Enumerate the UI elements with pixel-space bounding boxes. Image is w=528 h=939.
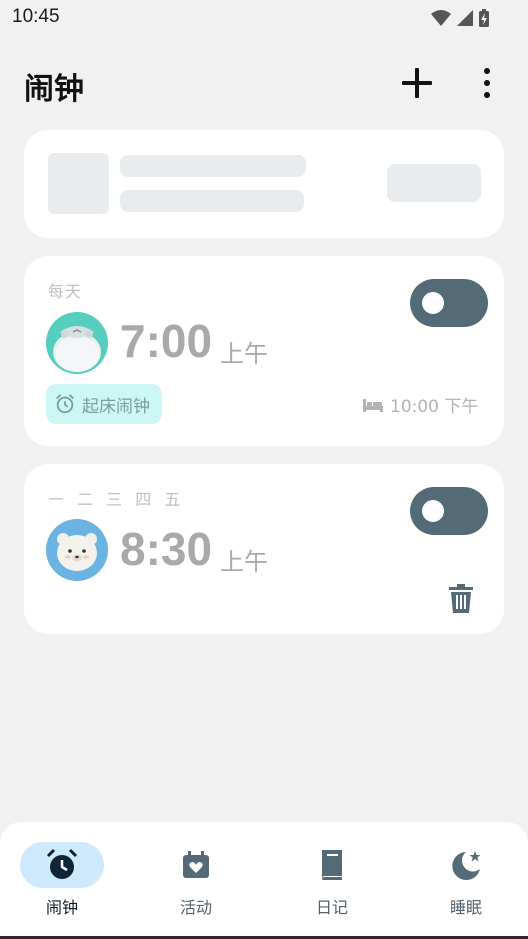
alarm-repeat-days: 一 二 三 四 五 — [48, 490, 185, 509]
add-alarm-button[interactable] — [396, 62, 438, 104]
status-bar: 10:45 — [0, 0, 528, 36]
alarm-toggle[interactable] — [410, 487, 488, 535]
toggle-knob — [422, 500, 444, 522]
toggle-knob — [422, 292, 444, 314]
alarm-tag-label: 起床闹钟 — [82, 396, 150, 417]
nav-item-sleep[interactable]: 睡眠 — [424, 842, 508, 922]
alarm-card[interactable]: 一 二 三 四 五 8:30 上午 — [24, 464, 504, 634]
trash-icon — [449, 584, 473, 613]
loading-placeholder-card — [24, 130, 504, 238]
bed-icon — [363, 398, 383, 412]
moon-star-icon — [452, 851, 481, 880]
alarm-time: 7:00 — [120, 315, 213, 367]
wifi-icon — [431, 10, 451, 26]
status-time: 10:45 — [12, 6, 60, 27]
more-vert-icon — [484, 68, 490, 98]
app-bar: 闹钟 — [0, 56, 528, 112]
alarm-card[interactable]: 每天 7:00 上午 起床闹钟 10:00 下午 — [24, 256, 504, 446]
battery-charging-icon — [479, 9, 489, 27]
nav-label: 睡眠 — [449, 898, 482, 917]
skeleton-button — [387, 164, 481, 202]
more-options-button[interactable] — [470, 62, 504, 104]
bedtime-info: 10:00 下午 — [362, 392, 478, 417]
nav-label: 活动 — [179, 898, 212, 917]
nav-item-alarm[interactable]: 闹钟 — [20, 842, 104, 922]
skeleton-line — [120, 155, 306, 177]
bear-avatar-icon — [46, 519, 108, 581]
calendar-heart-icon — [183, 851, 209, 878]
signal-icon — [457, 10, 473, 26]
polar-bear-avatar-icon — [46, 312, 108, 374]
nav-label: 日记 — [315, 898, 348, 917]
nav-label: 闹钟 — [45, 898, 78, 917]
alarm-toggle[interactable] — [410, 279, 488, 327]
nav-pill — [154, 842, 238, 888]
alarm-period: 上午 — [220, 340, 268, 368]
nav-pill — [20, 842, 104, 888]
alarm-repeat-days: 每天 — [48, 282, 83, 301]
nav-pill — [424, 842, 508, 888]
bottom-navigation: 闹钟 活动 日记 睡眠 — [0, 822, 528, 939]
nav-item-activity[interactable]: 活动 — [154, 842, 238, 922]
nav-item-diary[interactable]: 日记 — [290, 842, 374, 922]
status-icons — [430, 8, 490, 28]
alarm-clock-icon — [46, 848, 78, 879]
nav-pill — [290, 842, 374, 888]
skeleton-thumbnail — [48, 153, 109, 214]
alarm-time: 8:30 — [120, 523, 213, 575]
plus-icon — [402, 68, 432, 98]
page-title: 闹钟 — [24, 72, 84, 107]
alarm-tag[interactable]: 起床闹钟 — [46, 384, 162, 424]
alarm-period: 上午 — [220, 548, 268, 576]
book-icon — [322, 850, 342, 880]
delete-alarm-button[interactable] — [444, 580, 478, 618]
alarm-icon — [56, 394, 74, 414]
bedtime-time: 10:00 下午 — [390, 397, 479, 417]
skeleton-line — [120, 190, 304, 212]
